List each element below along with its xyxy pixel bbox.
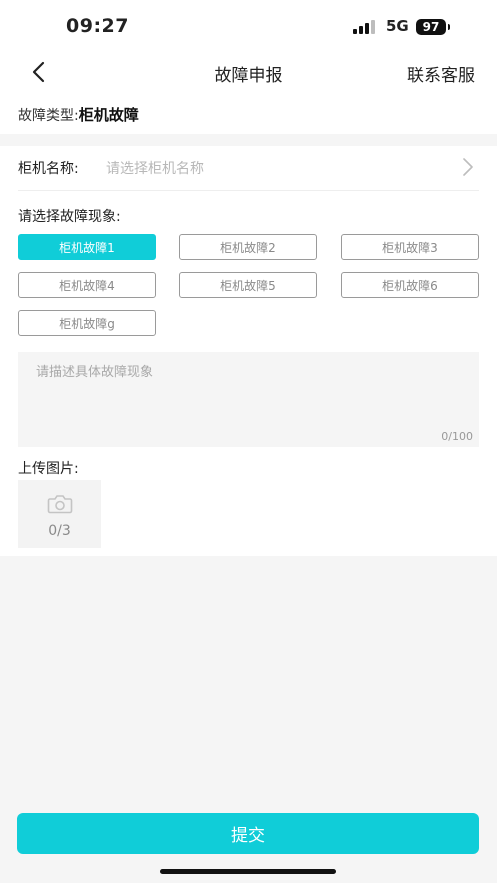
description-textarea[interactable]: 请描述具体故障现象 0/100 [18,352,479,447]
contact-service-button[interactable]: 联系客服 [407,61,475,86]
symptom-option-7[interactable]: 柜机故障g [18,310,156,336]
camera-icon [47,495,73,514]
chevron-right-icon [463,158,473,176]
signal-icon [353,20,379,34]
symptom-option-1[interactable]: 柜机故障1 [18,234,156,260]
fault-type-label: 故障类型: [18,108,79,124]
description-placeholder: 请描述具体故障现象 [36,365,154,380]
status-time: 09:27 [66,15,129,37]
network-type: 5G [386,17,409,35]
upload-counter: 0/3 [48,523,71,539]
symptom-option-5[interactable]: 柜机故障5 [179,272,317,298]
symptom-option-6[interactable]: 柜机故障6 [341,272,479,298]
symptom-option-2[interactable]: 柜机故障2 [179,234,317,260]
symptom-label: 请选择故障现象: [18,209,121,225]
description-counter: 0/100 [441,430,473,443]
submit-button[interactable]: 提交 [17,813,479,854]
battery-icon: 97 [416,19,450,35]
cabinet-label: 柜机名称: [18,161,79,177]
fault-type-value: 柜机故障 [78,106,139,124]
fault-type: 故障类型:柜机故障 [18,104,139,125]
home-indicator [160,869,336,874]
upload-image-button[interactable]: 0/3 [18,480,101,548]
symptom-option-3[interactable]: 柜机故障3 [341,234,479,260]
cabinet-placeholder: 请选择柜机名称 [106,161,204,177]
symptom-option-4[interactable]: 柜机故障4 [18,272,156,298]
cabinet-selector[interactable]: 柜机名称: 请选择柜机名称 [18,146,479,191]
upload-label: 上传图片: [18,461,79,477]
